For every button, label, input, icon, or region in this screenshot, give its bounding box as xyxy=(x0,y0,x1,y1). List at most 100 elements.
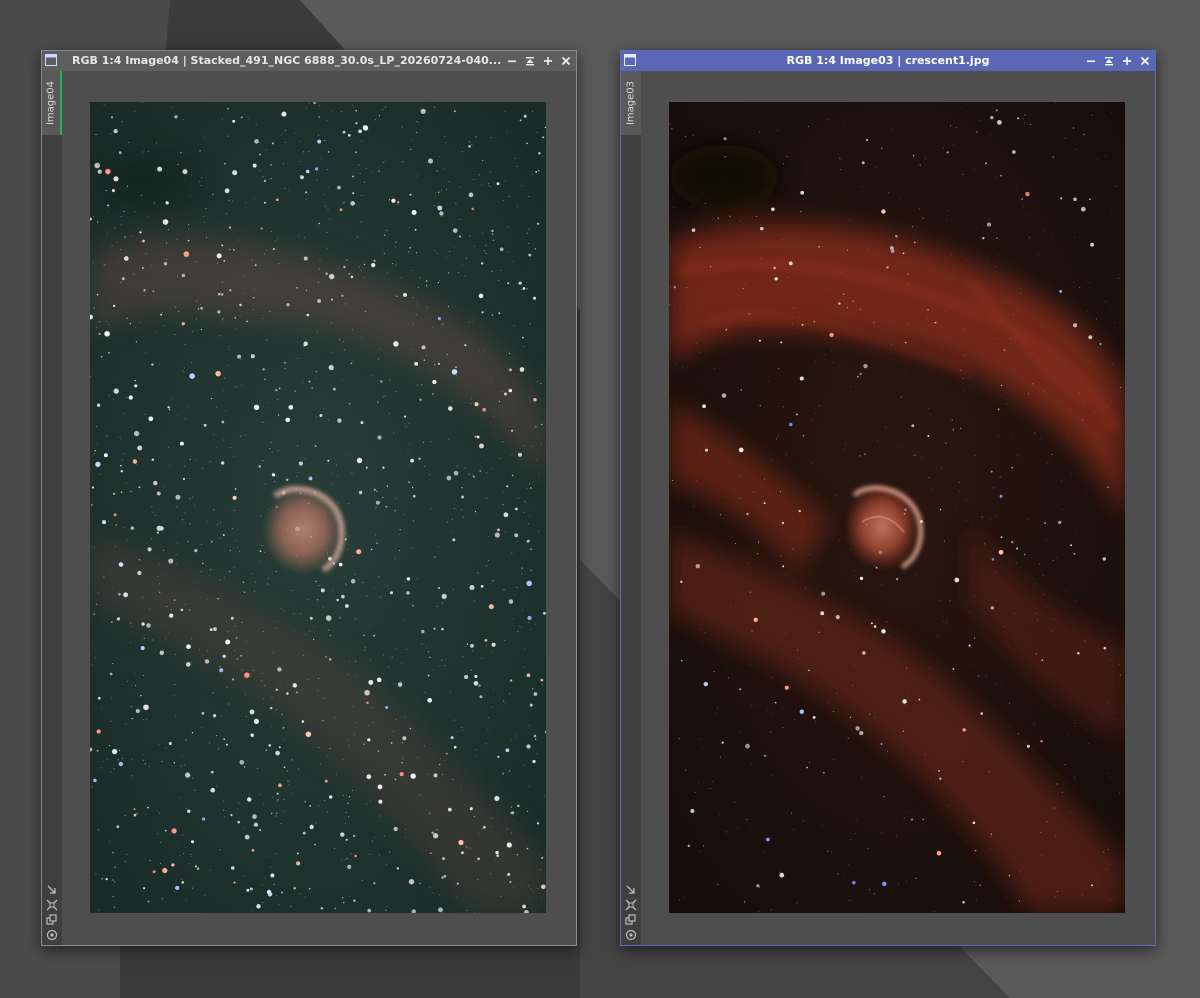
star xyxy=(361,221,363,223)
star xyxy=(902,252,905,255)
star xyxy=(517,206,518,208)
star xyxy=(881,832,883,834)
star xyxy=(924,753,926,755)
star xyxy=(432,892,434,894)
star xyxy=(891,343,893,345)
star xyxy=(791,812,793,814)
star xyxy=(513,681,515,683)
star xyxy=(494,532,500,538)
star xyxy=(994,177,996,179)
star xyxy=(445,142,447,143)
star xyxy=(891,129,892,130)
fit-view-icon[interactable] xyxy=(46,899,58,911)
star xyxy=(169,464,171,466)
star xyxy=(386,229,388,231)
star xyxy=(156,531,159,534)
star xyxy=(281,891,284,894)
star xyxy=(929,777,931,779)
star xyxy=(505,748,510,753)
star xyxy=(951,254,952,255)
target-icon[interactable] xyxy=(625,929,637,941)
clone-icon[interactable] xyxy=(46,914,58,926)
star xyxy=(174,683,176,685)
close-icon[interactable] xyxy=(1138,54,1152,68)
star xyxy=(271,726,273,728)
star xyxy=(296,852,299,855)
star xyxy=(142,291,144,293)
star xyxy=(141,266,144,269)
image-window-image04[interactable]: RGB 1:4 Image04 | Stacked_491_NGC 6888_3… xyxy=(41,50,577,946)
star xyxy=(305,198,307,200)
star xyxy=(759,886,760,888)
shade-icon[interactable] xyxy=(1102,54,1116,68)
star xyxy=(461,495,465,499)
star xyxy=(195,459,197,461)
maximize-icon[interactable] xyxy=(541,54,555,68)
target-icon[interactable] xyxy=(46,929,58,941)
clone-icon[interactable] xyxy=(625,914,637,926)
star xyxy=(416,175,418,177)
star xyxy=(962,173,964,175)
maximize-icon[interactable] xyxy=(1120,54,1134,68)
star xyxy=(163,262,168,266)
image-window-image03[interactable]: RGB 1:4 Image03 | crescent1.jpg Image03 xyxy=(620,50,1156,946)
minimize-icon[interactable] xyxy=(1084,54,1098,68)
star xyxy=(528,253,532,257)
star xyxy=(328,658,332,661)
star xyxy=(487,728,489,730)
star xyxy=(147,547,152,552)
star xyxy=(361,880,363,881)
star xyxy=(846,718,847,720)
window-titlebar[interactable]: RGB 1:4 Image03 | crescent1.jpg xyxy=(621,51,1155,71)
star xyxy=(139,231,142,234)
star xyxy=(808,761,811,763)
window-titlebar[interactable]: RGB 1:4 Image04 | Stacked_491_NGC 6888_3… xyxy=(42,51,576,71)
star xyxy=(194,548,198,553)
image-viewport[interactable] xyxy=(62,71,576,945)
star xyxy=(248,117,250,119)
star xyxy=(141,596,143,598)
image-viewport[interactable] xyxy=(641,71,1155,945)
star xyxy=(133,430,140,437)
tab-image03[interactable]: Image03 xyxy=(621,71,641,135)
star xyxy=(113,513,117,517)
star xyxy=(512,618,514,620)
star xyxy=(813,320,816,323)
resize-arrow-icon[interactable] xyxy=(625,884,637,896)
star xyxy=(343,576,345,577)
star xyxy=(998,549,1004,555)
star xyxy=(442,857,445,861)
star xyxy=(437,191,440,194)
fit-view-icon[interactable] xyxy=(625,899,637,911)
star xyxy=(900,396,902,398)
star xyxy=(481,184,483,186)
star xyxy=(825,396,826,398)
star xyxy=(373,259,376,262)
star xyxy=(488,185,489,187)
star xyxy=(1011,467,1013,469)
star xyxy=(836,215,838,216)
star xyxy=(739,497,741,499)
star xyxy=(191,174,193,176)
star xyxy=(1106,868,1108,870)
star xyxy=(408,481,410,483)
star xyxy=(514,533,519,538)
star xyxy=(96,729,101,734)
star xyxy=(432,833,439,839)
star xyxy=(267,583,269,585)
star xyxy=(505,531,507,533)
star xyxy=(165,519,166,521)
star xyxy=(854,570,855,572)
close-icon[interactable] xyxy=(559,54,573,68)
shade-icon[interactable] xyxy=(523,54,537,68)
minimize-icon[interactable] xyxy=(505,54,519,68)
tab-image04[interactable]: Image04 xyxy=(42,71,62,135)
star xyxy=(261,544,263,547)
resize-arrow-icon[interactable] xyxy=(46,884,58,896)
star xyxy=(134,211,135,213)
star xyxy=(494,542,496,544)
star xyxy=(228,703,230,705)
star xyxy=(395,241,397,243)
star xyxy=(988,256,990,258)
star xyxy=(426,161,428,163)
